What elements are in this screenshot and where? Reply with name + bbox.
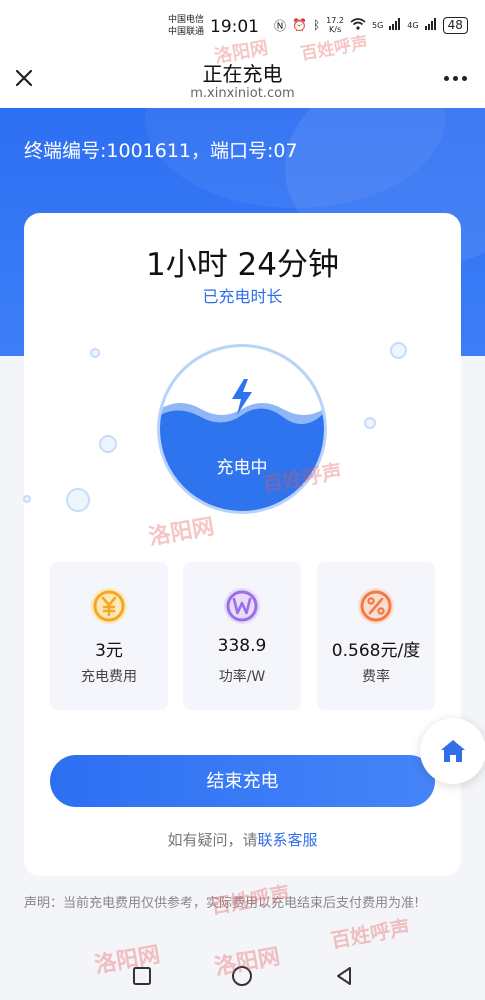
charging-card: 1小时 24分钟 已充电时长 充电中 3元 充电费用 338.9 功率/W 0.…	[23, 213, 461, 876]
charging-status: 充电中	[216, 458, 268, 478]
bubble-decoration	[390, 342, 407, 359]
speed-unit: K/s	[329, 25, 342, 34]
title-bar: 正在充电 m.xinxiniot.com	[0, 44, 485, 108]
wifi-icon	[350, 17, 366, 33]
circle-icon	[232, 966, 252, 986]
square-icon	[133, 967, 151, 985]
signal-icon-1	[389, 17, 401, 33]
bubble-decoration	[99, 435, 117, 453]
page-title: 正在充电	[202, 62, 283, 86]
stat-value: 3元	[95, 641, 123, 661]
watermark-text: 百姓呼声	[328, 915, 412, 953]
stat-label: 功率/W	[218, 669, 266, 685]
watt-coin-icon	[224, 588, 260, 624]
disclaimer-text: 声明：当前充电费用仅供参考，实际费用以充电结束后支付费用为准!	[24, 896, 420, 911]
carrier-info: 中国电信 中国联通	[168, 14, 204, 38]
system-nav-bar	[0, 950, 485, 1000]
yuan-coin-icon	[91, 588, 127, 624]
status-icons: Ⓝ ⏰ ᛒ 17.2 K/s 5G 4G 48	[274, 16, 468, 34]
charging-duration-label: 已充电时长	[202, 287, 283, 306]
nfc-icon: Ⓝ	[274, 18, 287, 33]
network-2: 4G	[407, 20, 419, 30]
more-dot-icon	[462, 76, 467, 81]
carrier-1: 中国电信	[168, 15, 205, 25]
bluetooth-icon: ᛒ	[312, 18, 321, 32]
charging-duration: 1小时 24分钟	[145, 247, 340, 283]
stat-label: 充电费用	[81, 669, 137, 685]
percent-coin-icon	[358, 588, 394, 624]
stat-rate: 0.568元/度 费率	[317, 562, 435, 710]
page-url: m.xinxiniot.com	[190, 86, 295, 101]
stat-value: 0.568元/度	[331, 641, 421, 661]
stat-power: 338.9 功率/W	[183, 562, 301, 710]
status-time: 19:01	[210, 17, 259, 37]
bubble-decoration	[364, 417, 376, 429]
home-button[interactable]	[420, 718, 485, 784]
bubble-decoration	[66, 488, 90, 512]
water-wave-icon	[160, 403, 324, 511]
more-dot-icon	[444, 76, 449, 81]
lightning-icon	[232, 379, 252, 415]
device-port-info: 终端编号:1001611，端口号:07	[24, 140, 298, 162]
triangle-back-icon	[337, 967, 351, 985]
network-1: 5G	[371, 20, 384, 30]
watermark: 百姓呼声	[328, 911, 412, 953]
more-dot-icon	[453, 76, 458, 81]
bubble-decoration	[23, 495, 31, 503]
stat-charging-fee: 3元 充电费用	[50, 562, 168, 710]
status-bar: 中国电信 中国联通 19:01 Ⓝ ⏰ ᛒ 17.2 K/s 5G 4G 48	[0, 0, 485, 44]
battery-indicator: 48	[442, 16, 468, 34]
alarm-icon: ⏰	[292, 18, 307, 32]
stat-value: 338.9	[217, 636, 267, 656]
back-nav-button[interactable]	[332, 964, 356, 988]
bubble-decoration	[90, 348, 100, 358]
network-speed: 17.2 K/s	[326, 16, 344, 34]
charging-gauge: 充电中	[157, 344, 327, 514]
home-nav-button[interactable]	[230, 964, 254, 988]
signal-icon-2	[424, 17, 437, 33]
contact-support-link[interactable]: 联系客服	[258, 831, 318, 849]
speed-value: 17.2	[326, 16, 344, 25]
end-charging-button[interactable]: 结束充电	[50, 755, 435, 807]
help-line: 如有疑问，请联系客服	[24, 829, 461, 850]
home-icon	[441, 740, 465, 762]
help-prefix: 如有疑问，请	[167, 831, 258, 849]
recent-apps-button[interactable]	[130, 964, 154, 988]
stat-label: 费率	[362, 669, 390, 685]
more-menu-button[interactable]	[444, 76, 467, 81]
carrier-2: 中国联通	[168, 27, 205, 37]
